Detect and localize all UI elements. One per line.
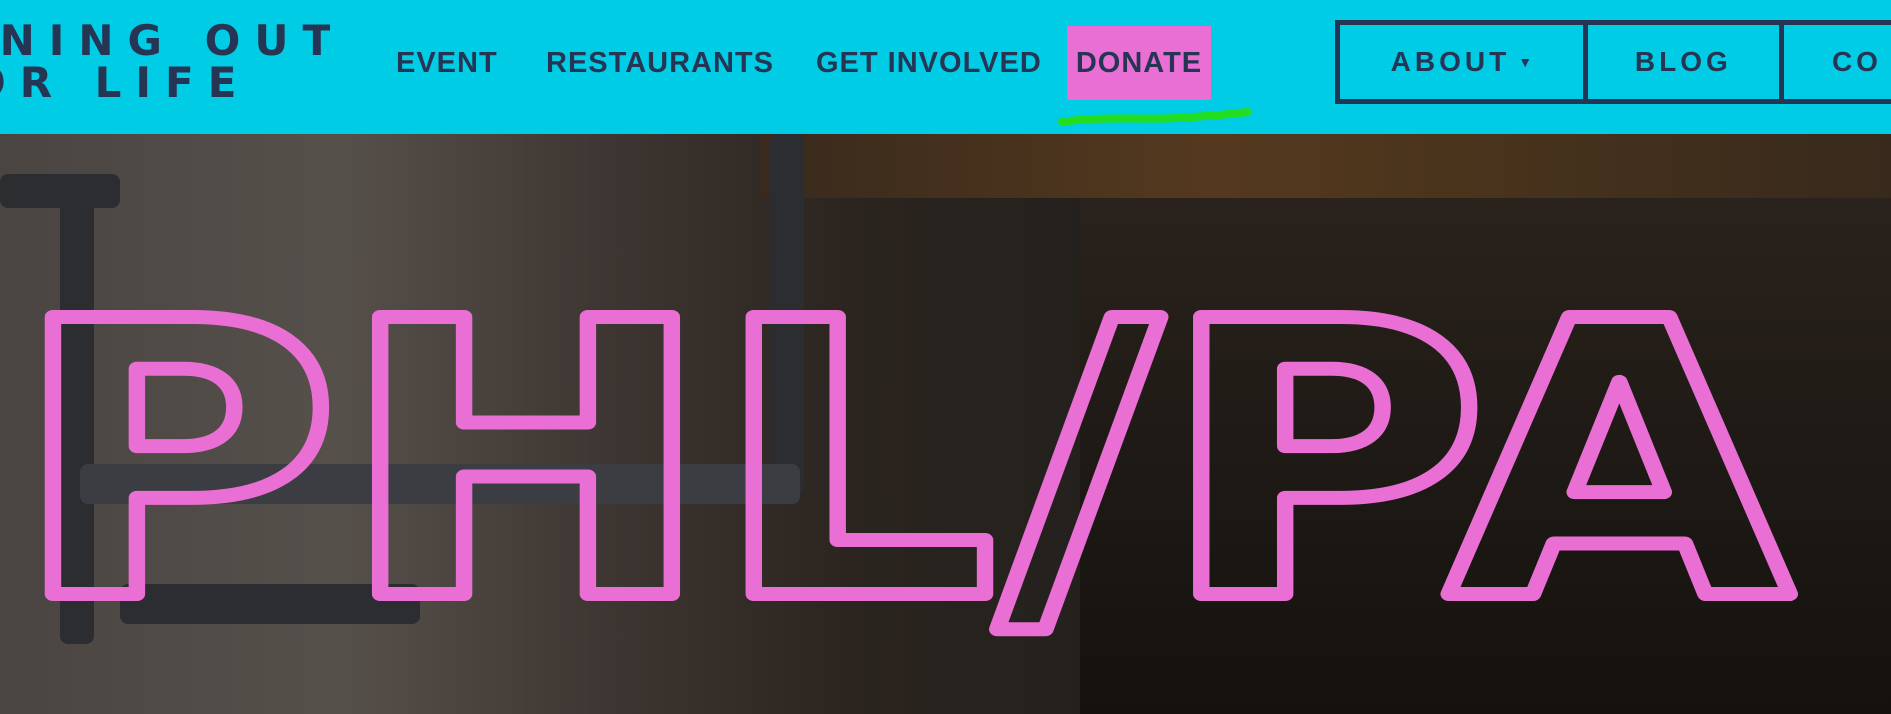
highlight-underline-mark <box>1058 108 1252 126</box>
secondary-nav-group: ABOUT ▼ BLOG CO <box>1335 20 1891 104</box>
contact-button[interactable]: CO <box>1784 25 1891 99</box>
nav-get-involved[interactable]: GET INVOLVED <box>816 38 1042 88</box>
site-header: INING OUT OR LIFE EVENT RESTAURANTS GET … <box>0 0 1891 134</box>
caret-down-icon: ▼ <box>1518 54 1533 70</box>
blog-button[interactable]: BLOG <box>1588 25 1784 99</box>
hero-headline-text: PHL/PA <box>12 241 1795 684</box>
logo-line-1: INING OUT <box>0 20 330 65</box>
hero-headline: PHL/PA <box>5 234 1802 691</box>
donate-button[interactable]: DONATE <box>1067 26 1211 100</box>
about-label: ABOUT <box>1390 46 1511 77</box>
logo-line-2: OR LIFE <box>0 58 251 104</box>
blog-label: BLOG <box>1634 46 1732 77</box>
nav-event[interactable]: EVENT <box>396 38 498 88</box>
about-button[interactable]: ABOUT ▼ <box>1340 25 1588 99</box>
hero-banner: PHL/PA <box>0 134 1891 714</box>
site-logo[interactable]: INING OUT OR LIFE <box>0 20 330 104</box>
nav-restaurants[interactable]: RESTAURANTS <box>546 38 774 88</box>
contact-label: CO <box>1831 46 1882 77</box>
